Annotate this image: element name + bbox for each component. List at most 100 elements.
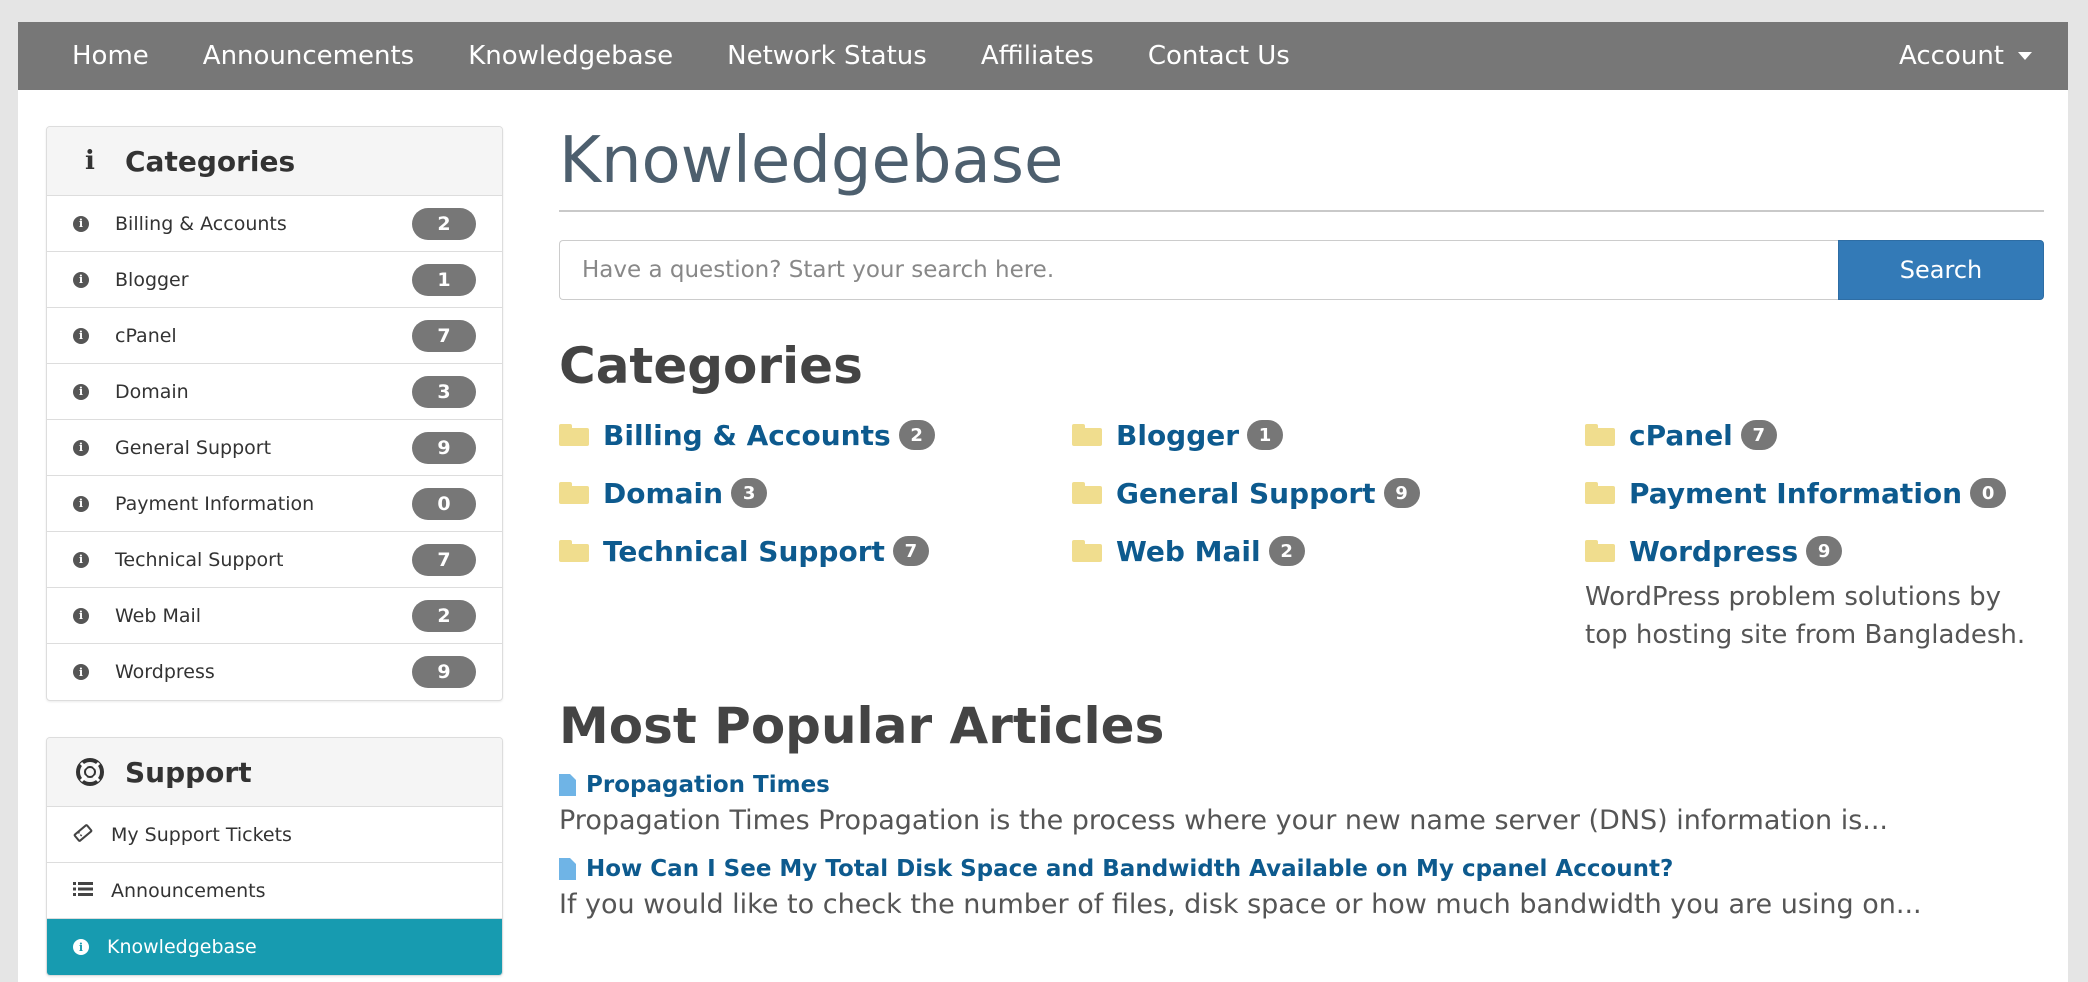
account-dropdown[interactable]: Account xyxy=(1899,41,2032,71)
sidebar-item-wordpress[interactable]: i Wordpress 9 xyxy=(47,644,502,700)
search-input[interactable] xyxy=(559,240,1838,300)
sidebar-item-my-support-tickets[interactable]: My Support Tickets xyxy=(47,807,502,863)
count-badge: 1 xyxy=(412,263,476,296)
count-badge: 3 xyxy=(412,375,476,408)
document-icon xyxy=(559,774,576,796)
sidebar-item-payment-information[interactable]: i Payment Information 0 xyxy=(47,476,502,532)
top-navbar: Home Announcements Knowledgebase Network… xyxy=(18,22,2068,90)
folder-icon xyxy=(1072,482,1102,504)
sidebar-item-domain[interactable]: i Domain 3 xyxy=(47,364,502,420)
category-item: General Support 9 xyxy=(1072,464,1585,522)
sidebar-item-technical-support[interactable]: i Technical Support 7 xyxy=(47,532,502,588)
folder-icon xyxy=(559,424,589,446)
sidebar-item-label: Billing & Accounts xyxy=(115,212,287,235)
caret-down-icon xyxy=(2018,52,2032,60)
categories-grid: Billing & Accounts 2 Blogger 1 cPanel 7 … xyxy=(559,406,2044,654)
count-badge: 2 xyxy=(898,420,935,450)
support-panel: Support My Support Tickets Announcements… xyxy=(46,737,503,976)
article-header: How Can I See My Total Disk Space and Ba… xyxy=(559,852,2044,886)
category-link-cpanel[interactable]: cPanel xyxy=(1629,419,1733,452)
count-badge: 9 xyxy=(412,431,476,464)
category-item: Web Mail 2 xyxy=(1072,522,1585,580)
sidebar-item-knowledgebase[interactable]: i Knowledgebase xyxy=(47,919,502,975)
list-icon xyxy=(73,881,93,901)
count-badge: 7 xyxy=(412,543,476,576)
count-badge: 2 xyxy=(412,207,476,240)
nav-home[interactable]: Home xyxy=(72,41,149,71)
folder-icon xyxy=(1585,424,1615,446)
sidebar-item-cpanel[interactable]: i cPanel 7 xyxy=(47,308,502,364)
count-badge: 9 xyxy=(412,656,476,688)
panel-title: Categories xyxy=(125,144,296,178)
sidebar-item-label: Domain xyxy=(115,380,189,403)
folder-icon xyxy=(1072,540,1102,562)
count-badge: 0 xyxy=(1970,478,2007,508)
categories-heading: Categories xyxy=(559,337,863,395)
sidebar-item-label: Web Mail xyxy=(115,604,202,627)
sidebar-item-web-mail[interactable]: i Web Mail 2 xyxy=(47,588,502,644)
folder-icon xyxy=(1072,424,1102,446)
nav-network-status[interactable]: Network Status xyxy=(727,41,927,71)
category-item: Technical Support 7 xyxy=(559,522,1072,580)
sidebar-item-blogger[interactable]: i Blogger 1 xyxy=(47,252,502,308)
info-circle-icon: i xyxy=(73,215,89,232)
account-label: Account xyxy=(1899,41,2004,71)
info-circle-icon: i xyxy=(73,551,89,568)
nav-affiliates[interactable]: Affiliates xyxy=(981,41,1094,71)
ticket-icon xyxy=(73,823,93,846)
category-link-web-mail[interactable]: Web Mail xyxy=(1116,535,1261,568)
article-link[interactable]: Propagation Times xyxy=(586,772,830,798)
categories-panel-heading: i Categories xyxy=(47,127,502,196)
count-badge: 1 xyxy=(1247,420,1284,450)
info-circle-icon: i xyxy=(73,439,89,456)
category-item: Blogger 1 xyxy=(1072,406,1585,464)
main-content: Knowledgebase Search Categories Billing … xyxy=(559,126,2044,924)
info-circle-icon: i xyxy=(73,327,89,344)
sidebar-item-label: General Support xyxy=(115,436,272,459)
sidebar-item-announcements[interactable]: Announcements xyxy=(47,863,502,919)
info-icon: i xyxy=(85,146,95,176)
info-circle-icon: i xyxy=(73,939,89,955)
sidebar-item-label: Blogger xyxy=(115,268,189,291)
document-icon xyxy=(559,858,576,880)
sidebar-item-billing-accounts[interactable]: i Billing & Accounts 2 xyxy=(47,196,502,252)
folder-icon xyxy=(1585,540,1615,562)
category-link-payment-information[interactable]: Payment Information xyxy=(1629,477,1962,510)
page-title: Knowledgebase xyxy=(559,126,2044,212)
count-badge: 9 xyxy=(1806,536,1843,566)
article-item: Propagation Times Propagation Times Prop… xyxy=(559,768,2044,840)
categories-panel: i Categories i Billing & Accounts 2 i Bl… xyxy=(46,126,503,701)
info-circle-icon: i xyxy=(73,664,89,680)
article-excerpt: Propagation Times Propagation is the pro… xyxy=(559,805,1889,836)
info-circle-icon: i xyxy=(73,607,89,624)
nav-contact-us[interactable]: Contact Us xyxy=(1148,41,1290,71)
count-badge: 9 xyxy=(1383,478,1420,508)
search-button[interactable]: Search xyxy=(1838,240,2044,300)
category-link-billing-accounts[interactable]: Billing & Accounts xyxy=(603,419,891,452)
category-item: cPanel 7 xyxy=(1585,406,2044,464)
nav-knowledgebase[interactable]: Knowledgebase xyxy=(468,41,673,71)
category-link-wordpress[interactable]: Wordpress xyxy=(1629,535,1798,568)
count-badge: 7 xyxy=(1740,420,1777,450)
kb-search-form: Search xyxy=(559,240,2044,300)
category-item: Billing & Accounts 2 xyxy=(559,406,1072,464)
sidebar-item-general-support[interactable]: i General Support 9 xyxy=(47,420,502,476)
article-link[interactable]: How Can I See My Total Disk Space and Ba… xyxy=(586,856,1673,882)
category-item: Domain 3 xyxy=(559,464,1072,522)
nav-announcements[interactable]: Announcements xyxy=(203,41,414,71)
category-link-blogger[interactable]: Blogger xyxy=(1116,419,1239,452)
info-circle-icon: i xyxy=(73,383,89,400)
lifebuoy-icon xyxy=(73,757,107,787)
count-badge: 2 xyxy=(412,599,476,632)
info-circle-icon: i xyxy=(73,271,89,288)
category-link-domain[interactable]: Domain xyxy=(603,477,723,510)
count-badge: 7 xyxy=(412,319,476,352)
article-header: Propagation Times xyxy=(559,768,2044,802)
sidebar-item-label: My Support Tickets xyxy=(111,823,292,846)
info-circle-icon: i xyxy=(73,495,89,512)
category-link-general-support[interactable]: General Support xyxy=(1116,477,1376,510)
sidebar-item-label: Knowledgebase xyxy=(107,936,257,958)
count-badge: 2 xyxy=(1268,536,1305,566)
count-badge: 0 xyxy=(412,487,476,520)
category-link-technical-support[interactable]: Technical Support xyxy=(603,535,885,568)
